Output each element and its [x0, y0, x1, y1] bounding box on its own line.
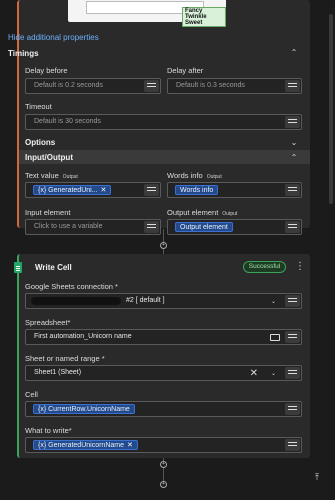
chevron-down-icon[interactable]: ⌄ [271, 298, 276, 305]
connection-select[interactable]: #2 [ default ] ⌄ [25, 293, 302, 309]
variables-icon [288, 83, 297, 89]
words-info-label: Words info Output [167, 171, 222, 180]
variable-picker-button[interactable] [285, 367, 300, 379]
redacted-text [31, 297, 121, 305]
timeout-label: Timeout [25, 102, 52, 111]
variables-icon [288, 442, 297, 448]
add-step-icon[interactable]: + [160, 481, 167, 488]
chevron-down-icon[interactable]: ⌄ [271, 370, 276, 377]
spreadsheet-label: Spreadsheet* [25, 318, 71, 327]
variables-icon [288, 119, 297, 125]
text-value-label: Text value Output [25, 171, 78, 180]
chip-close-icon[interactable]: ✕ [101, 187, 107, 194]
variable-picker-button[interactable] [285, 116, 300, 128]
variable-chip-label: {x} GeneratedUni... [38, 187, 98, 194]
variable-chip[interactable]: Output element [175, 222, 233, 232]
input-output-section-header[interactable]: Input/Output [25, 153, 73, 162]
variables-icon [288, 370, 297, 376]
sheet-value: Sheet1 (Sheet) [34, 369, 82, 376]
cell-label: Cell [25, 390, 38, 399]
variables-icon [288, 406, 297, 412]
variable-picker-button[interactable] [285, 221, 300, 233]
chevron-up-icon[interactable]: ⌃ [290, 153, 298, 162]
variables-icon [288, 298, 297, 304]
variable-picker-button[interactable] [144, 80, 159, 92]
options-section-header[interactable]: Options [25, 138, 55, 147]
variable-picker-button[interactable] [285, 295, 300, 307]
delay-before-label: Delay before [25, 66, 68, 75]
output-tag: Output [222, 211, 238, 217]
variable-picker-button[interactable] [285, 80, 300, 92]
folder-icon[interactable] [270, 334, 280, 341]
delay-before-field[interactable]: Default is 0.2 seconds [25, 78, 161, 94]
preview-image: Fancy Twinkle Sweet [68, 0, 226, 27]
hide-additional-properties-link[interactable]: Hide additional properties [8, 33, 99, 42]
variables-icon [288, 224, 297, 230]
variable-picker-button[interactable] [144, 221, 159, 233]
google-sheets-icon [14, 262, 22, 273]
variable-chip[interactable]: {x} GeneratedUnicornName ✕ [33, 440, 138, 450]
what-to-write-field[interactable]: {x} GeneratedUnicornName ✕ [25, 437, 302, 453]
variables-icon [288, 334, 297, 340]
output-element-label: Output element Output [167, 208, 237, 217]
output-element-field[interactable]: Output element [167, 219, 302, 235]
add-step-icon[interactable]: + [160, 461, 167, 468]
delay-before-placeholder: Default is 0.2 seconds [34, 82, 103, 89]
words-info-field[interactable]: Words info [167, 182, 302, 198]
spreadsheet-value: First automation_Unicorn name [34, 333, 132, 340]
connection-label: Google Sheets connection * [25, 282, 118, 291]
timings-section-header[interactable]: Timings [8, 49, 39, 58]
preview-text: Fancy Twinkle Sweet [182, 7, 226, 27]
connection-value: #2 [ default ] [126, 297, 165, 304]
delay-after-field[interactable]: Default is 0.3 seconds [167, 78, 302, 94]
variables-icon [147, 83, 156, 89]
variable-picker-button[interactable] [285, 439, 300, 451]
variables-icon [147, 224, 156, 230]
add-step-icon[interactable]: + [160, 242, 167, 249]
chevron-up-icon[interactable]: ⌃ [290, 48, 298, 57]
chevron-down-icon[interactable]: ⌄ [290, 138, 298, 147]
variable-picker-button[interactable] [144, 184, 159, 196]
variable-chip[interactable]: {x} CurrentRow.UnicornName [33, 404, 135, 414]
variable-chip[interactable]: {x} GeneratedUni... ✕ [33, 185, 112, 195]
variable-picker-button[interactable] [285, 403, 300, 415]
input-element-field[interactable]: Click to use a variable [25, 219, 161, 235]
output-element-label-text: Output element [167, 208, 219, 217]
input-element-placeholder: Click to use a variable [34, 223, 103, 230]
words-info-label-text: Words info [167, 171, 203, 180]
sheet-select[interactable]: Sheet1 (Sheet) ✕ ⌄ [25, 365, 302, 381]
input-element-label: Input element [25, 208, 71, 217]
timeout-placeholder: Default is 30 seconds [34, 118, 101, 125]
variable-picker-button[interactable] [285, 184, 300, 196]
variables-icon [147, 187, 156, 193]
status-badge: Successful [243, 261, 286, 273]
variables-icon [288, 187, 297, 193]
variable-picker-button[interactable] [285, 331, 300, 343]
more-options-icon[interactable]: ⋮ [295, 261, 305, 273]
clear-icon[interactable]: ✕ [250, 368, 258, 379]
spreadsheet-field[interactable]: First automation_Unicorn name [25, 329, 302, 345]
scrollbar-thumb[interactable] [329, 14, 333, 204]
timeout-field[interactable]: Default is 30 seconds [25, 114, 302, 130]
output-tag: Output [206, 174, 222, 180]
output-tag: Output [62, 174, 78, 180]
sheet-label: Sheet or named range * [25, 354, 105, 363]
variable-chip[interactable]: Words info [175, 185, 219, 195]
action-title[interactable]: Write Cell [35, 263, 72, 272]
variable-chip-label: {x} GeneratedUnicornName [38, 442, 124, 449]
scroll-to-top-icon[interactable]: ⤒ [313, 472, 321, 482]
delay-after-label: Delay after [167, 66, 204, 75]
text-value-label-text: Text value [25, 171, 59, 180]
delay-after-placeholder: Default is 0.3 seconds [176, 82, 245, 89]
text-value-field[interactable]: {x} GeneratedUni... ✕ [25, 182, 161, 198]
what-to-write-label: What to write* [25, 426, 72, 435]
chip-close-icon[interactable]: ✕ [127, 442, 133, 449]
cell-field[interactable]: {x} CurrentRow.UnicornName [25, 401, 302, 417]
